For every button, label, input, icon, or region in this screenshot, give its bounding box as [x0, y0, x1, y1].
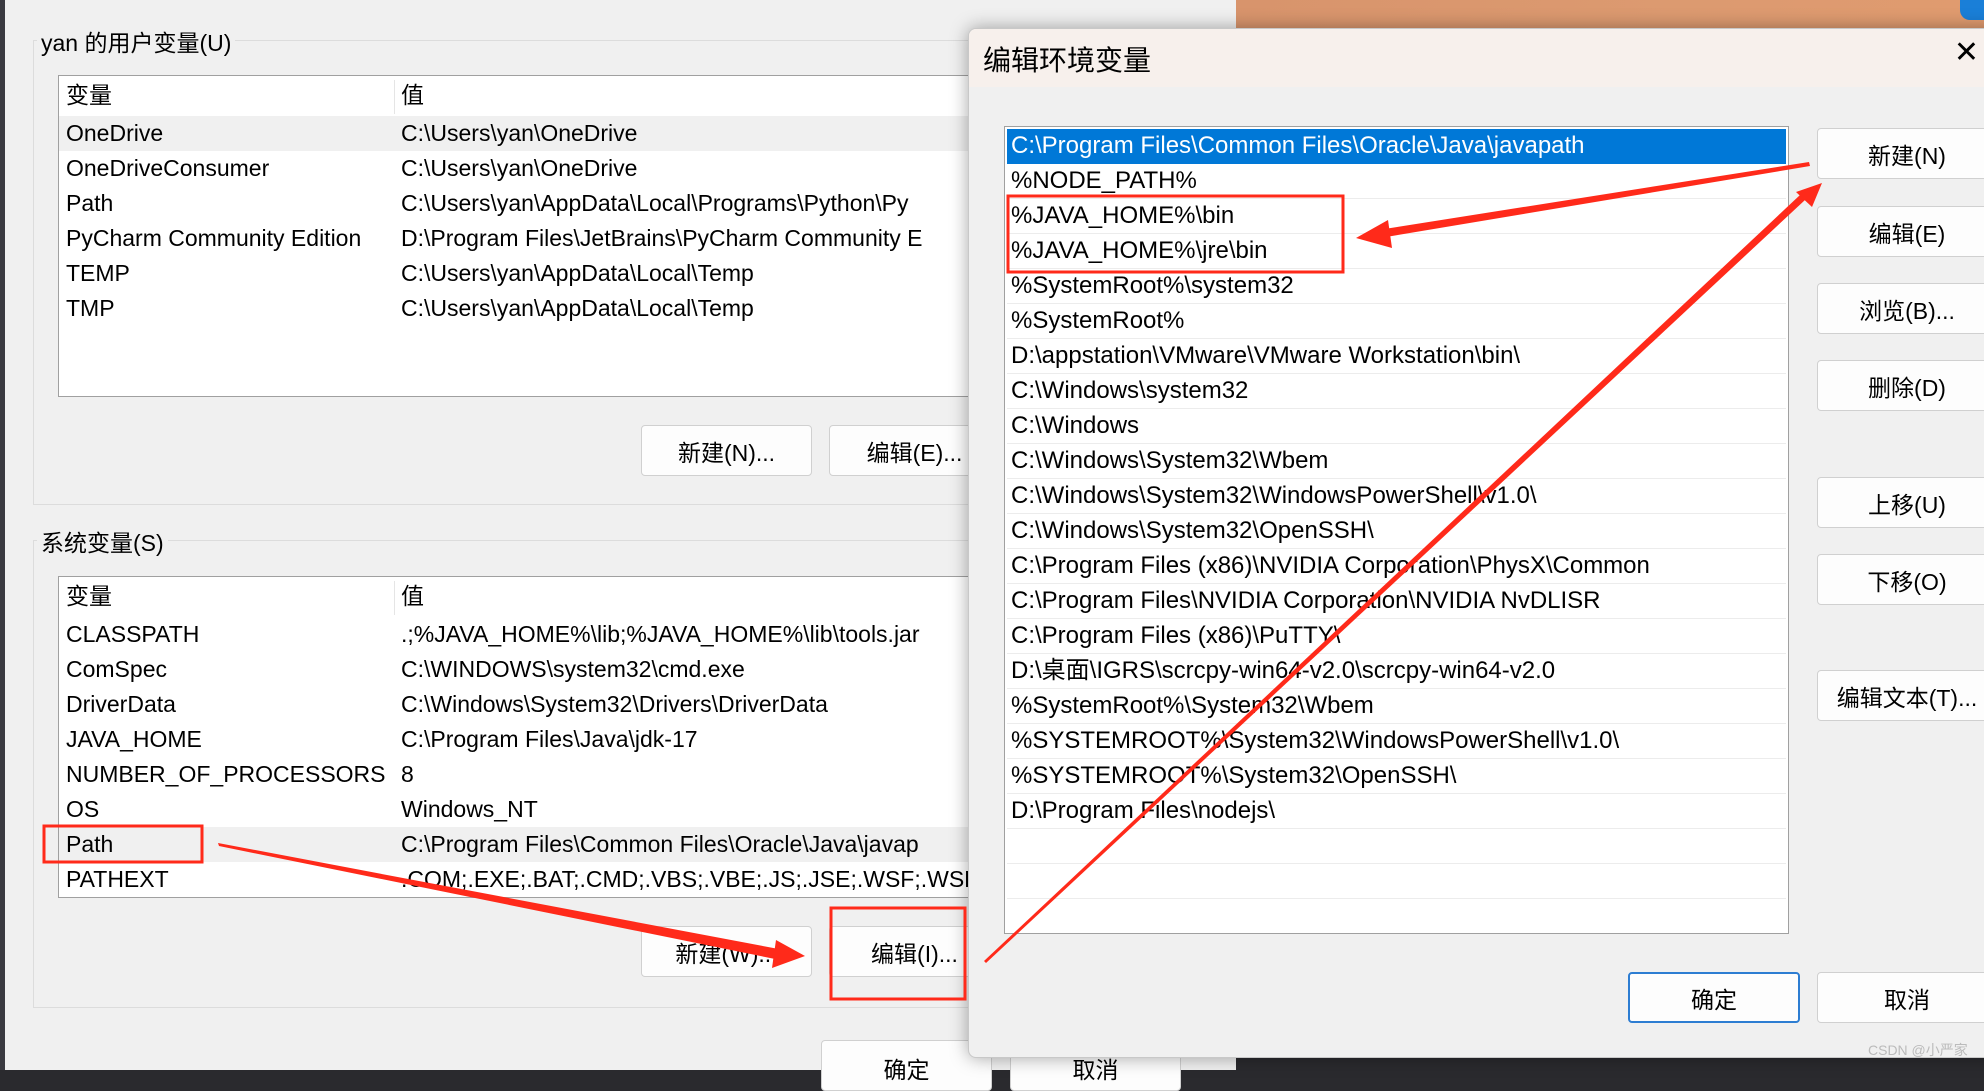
variable-name: ComSpec — [66, 656, 167, 682]
main-ok-button[interactable]: 确定 — [821, 1040, 992, 1091]
variable-value: C:\Windows\System32\Drivers\DriverData — [401, 691, 828, 717]
variable-name: PATHEXT — [66, 866, 169, 892]
path-entry[interactable]: C:\Program Files\NVIDIA Corporation\NVID… — [1007, 584, 1786, 619]
variable-value: C:\Program Files\Java\jdk-17 — [401, 726, 698, 752]
variable-value: 8 — [401, 761, 414, 787]
variable-name: Path — [66, 190, 114, 216]
wallpaper-accent — [1960, 0, 1984, 20]
user-vars-label: yan 的用户变量(U) — [37, 24, 236, 58]
variable-value: C:\Users\yan\AppData\Local\Temp — [401, 295, 754, 321]
path-entry[interactable]: %SYSTEMROOT%\System32\OpenSSH\ — [1007, 759, 1786, 794]
move-up-button[interactable]: 上移(U) — [1817, 477, 1984, 528]
path-entry[interactable]: D:\Program Files\nodejs\ — [1007, 794, 1786, 829]
path-entry[interactable]: %NODE_PATH% — [1007, 164, 1786, 199]
path-entry[interactable]: C:\Windows — [1007, 409, 1786, 444]
ok-button[interactable]: 确定 — [1628, 972, 1800, 1023]
edit-text-button[interactable]: 编辑文本(T)... — [1817, 670, 1984, 721]
variable-value: C:\Users\yan\AppData\Local\Temp — [401, 260, 754, 286]
watermark: CSDN @小严家 — [1868, 1042, 1968, 1058]
variable-value: C:\Users\yan\OneDrive — [401, 120, 638, 146]
variable-name: OS — [66, 796, 100, 822]
column-separator[interactable] — [394, 581, 395, 615]
path-entry[interactable]: %SystemRoot% — [1007, 304, 1786, 339]
user-new-button[interactable]: 新建(N)... — [641, 425, 812, 476]
path-entry[interactable]: D:\appstation\VMware\VMware Workstation\… — [1007, 339, 1786, 374]
path-entry[interactable]: C:\Windows\system32 — [1007, 374, 1786, 409]
variable-value: C:\Users\yan\OneDrive — [401, 155, 638, 181]
dialog-title: 编辑环境变量 — [983, 45, 1152, 76]
empty-row[interactable] — [1007, 864, 1786, 899]
move-down-button[interactable]: 下移(O) — [1817, 554, 1984, 605]
variable-name: PyCharm Community Edition — [66, 225, 362, 251]
empty-row[interactable] — [1007, 899, 1786, 933]
variable-name: TMP — [66, 295, 115, 321]
header-variable[interactable]: 变量 — [66, 78, 112, 113]
variable-name: OneDriveConsumer — [66, 155, 270, 181]
path-entry[interactable]: %SystemRoot%\system32 — [1007, 269, 1786, 304]
edit-entry-button[interactable]: 编辑(E) — [1817, 206, 1984, 257]
path-entry[interactable]: C:\Program Files (x86)\PuTTY\ — [1007, 619, 1786, 654]
variable-name: DriverData — [66, 691, 176, 717]
variable-name: Path — [66, 831, 114, 857]
path-entry[interactable]: %JAVA_HOME%\bin — [1007, 199, 1786, 234]
path-entry[interactable]: %JAVA_HOME%\jre\bin — [1007, 234, 1786, 269]
variable-name: NUMBER_OF_PROCESSORS — [66, 761, 386, 787]
variable-name: TEMP — [66, 260, 130, 286]
variable-name: JAVA_HOME — [66, 726, 202, 752]
path-entry[interactable]: C:\Program Files\Common Files\Oracle\Jav… — [1007, 129, 1786, 164]
path-entry[interactable]: C:\Windows\System32\Wbem — [1007, 444, 1786, 479]
close-icon[interactable]: ✕ — [1954, 35, 1979, 70]
path-entry[interactable]: C:\Program Files (x86)\NVIDIA Corporatio… — [1007, 549, 1786, 584]
title-bar: 编辑环境变量 ✕ — [969, 29, 1984, 87]
variable-value: C:\Users\yan\AppData\Local\Programs\Pyth… — [401, 190, 909, 216]
path-entry[interactable]: %SystemRoot%\System32\Wbem — [1007, 689, 1786, 724]
variable-value: .COM;.EXE;.BAT;.CMD;.VBS;.VBE;.JS;.JSE;.… — [401, 866, 981, 892]
path-entry[interactable]: C:\Windows\System32\OpenSSH\ — [1007, 514, 1786, 549]
variable-value: D:\Program Files\JetBrains\PyCharm Commu… — [401, 225, 923, 251]
delete-button[interactable]: 删除(D) — [1817, 360, 1984, 411]
empty-row[interactable] — [1007, 829, 1786, 864]
variable-value: C:\WINDOWS\system32\cmd.exe — [401, 656, 745, 682]
new-entry-button[interactable]: 新建(N) — [1817, 128, 1984, 179]
path-entry[interactable]: C:\Windows\System32\WindowsPowerShell\v1… — [1007, 479, 1786, 514]
variable-value: .;%JAVA_HOME%\lib;%JAVA_HOME%\lib\tools.… — [401, 621, 920, 647]
header-value[interactable]: 值 — [401, 579, 424, 614]
cancel-button[interactable]: 取消 — [1817, 972, 1984, 1023]
variable-name: CLASSPATH — [66, 621, 200, 647]
variable-name: OneDrive — [66, 120, 164, 146]
system-vars-label: 系统变量(S) — [37, 524, 168, 558]
system-new-button[interactable]: 新建(W)... — [641, 926, 812, 977]
variable-value: C:\Program Files\Common Files\Oracle\Jav… — [401, 831, 919, 857]
path-entry[interactable]: %SYSTEMROOT%\System32\WindowsPowerShell\… — [1007, 724, 1786, 759]
edit-environment-variable-dialog: 编辑环境变量 ✕ C:\Program Files\Common Files\O… — [968, 28, 1984, 1058]
browse-button[interactable]: 浏览(B)... — [1817, 283, 1984, 334]
path-entry[interactable]: D:\桌面\IGRS\scrcpy-win64-v2.0\scrcpy-win6… — [1007, 654, 1786, 689]
column-separator[interactable] — [394, 80, 395, 114]
header-variable[interactable]: 变量 — [66, 579, 112, 614]
variable-value: Windows_NT — [401, 796, 538, 822]
path-entries-list[interactable]: C:\Program Files\Common Files\Oracle\Jav… — [1004, 126, 1789, 934]
header-value[interactable]: 值 — [401, 78, 424, 113]
